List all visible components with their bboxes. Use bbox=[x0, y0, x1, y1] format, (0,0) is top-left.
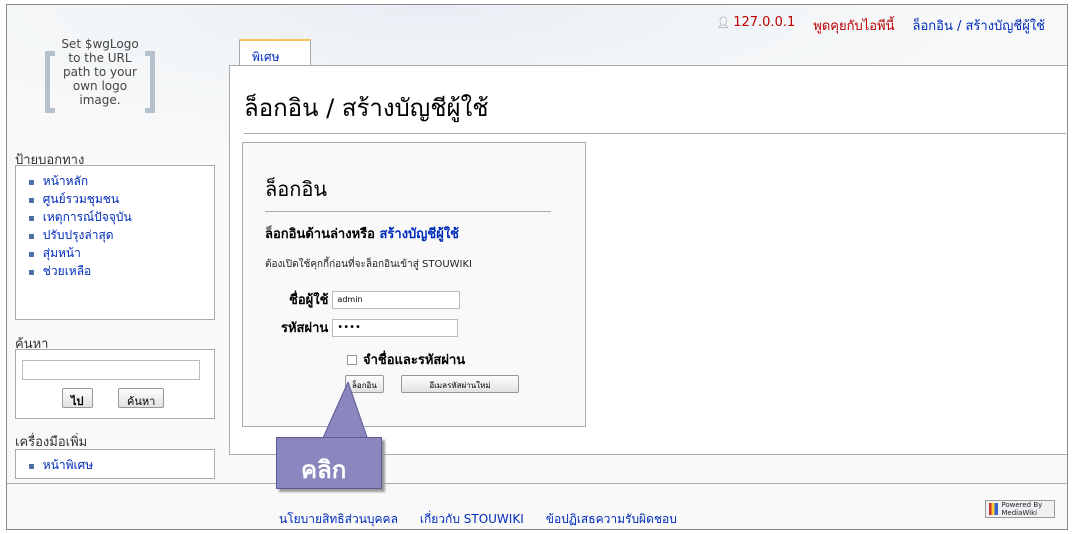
mail-password-button[interactable]: อีเมลรหัสผ่านใหม่ bbox=[401, 375, 519, 393]
footer-links: นโยบายสิทธิส่วนบุคคล เกี่ยวกับ STOUWIKI … bbox=[279, 510, 677, 529]
login-link[interactable]: ล็อกอิน / สร้างบัญชีผู้ใช้ bbox=[913, 15, 1046, 36]
tools-list: หน้าพิเศษ bbox=[16, 450, 214, 474]
user-icon: 👤︎ bbox=[716, 16, 731, 29]
ip-link[interactable]: 127.0.0.1 bbox=[733, 15, 795, 30]
remember-row: จำชื่อและรหัสผ่าน bbox=[347, 349, 465, 370]
click-callout: คลิก bbox=[276, 437, 382, 489]
username-field[interactable] bbox=[332, 290, 461, 309]
remember-checkbox[interactable] bbox=[347, 354, 357, 365]
create-account-link[interactable]: สร้างบัญชีผู้ใช้ bbox=[379, 227, 459, 242]
search-portlet: ไป ค้นหา bbox=[15, 349, 215, 419]
password-row: รหัสผ่าน bbox=[281, 317, 459, 338]
username-row: ชื่อผู้ใช้ bbox=[289, 289, 461, 310]
powered-by-text: Powered By MediaWiki bbox=[1001, 501, 1043, 517]
password-label: รหัสผ่าน bbox=[281, 321, 329, 336]
mediawiki-flower-icon bbox=[989, 503, 999, 515]
personal-tools: 👤︎ 127.0.0.1 พูดคุยกับไอพีนี้ ล็อกอิน / ส… bbox=[716, 15, 1045, 36]
tools-portlet: หน้าพิเศษ bbox=[15, 449, 215, 479]
sidebar-item-help[interactable]: ช่วยเหลือ bbox=[28, 262, 214, 280]
sidebar-item-recent-changes[interactable]: ปรับปรุงล่าสุด bbox=[28, 226, 214, 244]
login-intro: ล็อกอินด้านล่างหรือ สร้างบัญชีผู้ใช้ bbox=[265, 223, 459, 244]
login-intro-text: ล็อกอินด้านล่างหรือ bbox=[265, 227, 375, 242]
browser-frame: Set $wgLogo to the URL path to your own … bbox=[6, 4, 1068, 530]
callout-pointer-icon bbox=[321, 382, 369, 441]
talk-link[interactable]: พูดคุยกับไอพีนี้ bbox=[813, 15, 894, 36]
personal-tool-ip[interactable]: 👤︎ 127.0.0.1 bbox=[716, 15, 795, 36]
sidebar-item-main-page[interactable]: หน้าหลัก bbox=[28, 172, 214, 190]
nav-portlet: หน้าหลัก ศูนย์รวมชุมชน เหตุการณ์ปัจจุบัน… bbox=[15, 165, 215, 320]
footer-link-about[interactable]: เกี่ยวกับ STOUWIKI bbox=[420, 510, 524, 529]
go-button[interactable]: ไป bbox=[62, 388, 93, 408]
nav-list: หน้าหลัก ศูนย์รวมชุมชน เหตุการณ์ปัจจุบัน… bbox=[16, 166, 214, 280]
tab-special[interactable]: พิเศษ bbox=[239, 39, 311, 65]
username-label: ชื่อผู้ใช้ bbox=[289, 293, 329, 308]
password-field[interactable] bbox=[332, 318, 459, 337]
logo-text: Set $wgLogo to the URL path to your own … bbox=[61, 37, 139, 107]
login-form: ล็อกอิน ล็อกอินด้านล่างหรือ สร้างบัญชีผู… bbox=[242, 142, 586, 427]
remember-label: จำชื่อและรหัสผ่าน bbox=[363, 353, 466, 368]
page-title: ล็อกอิน / สร้างบัญชีผู้ใช้ bbox=[244, 88, 1066, 134]
site-logo[interactable]: Set $wgLogo to the URL path to your own … bbox=[45, 31, 155, 127]
login-heading: ล็อกอิน bbox=[265, 173, 551, 212]
footer: นโยบายสิทธิส่วนบุคคล เกี่ยวกับ STOUWIKI … bbox=[7, 483, 1067, 529]
sidebar-item-community[interactable]: ศูนย์รวมชุมชน bbox=[28, 190, 214, 208]
footer-link-privacy[interactable]: นโยบายสิทธิส่วนบุคคล bbox=[279, 510, 398, 529]
powered-by-mediawiki-badge[interactable]: Powered By MediaWiki bbox=[985, 500, 1055, 518]
footer-link-disclaimer[interactable]: ข้อปฏิเสธความรับผิดชอบ bbox=[546, 510, 677, 529]
search-input[interactable] bbox=[22, 360, 200, 380]
cookie-notice: ต้องเปิดใช้คุกกี้ก่อนที่จะล็อกอินเข้าสู่… bbox=[265, 259, 473, 270]
search-button[interactable]: ค้นหา bbox=[118, 388, 165, 408]
sidebar-item-special-pages[interactable]: หน้าพิเศษ bbox=[28, 456, 214, 474]
sidebar-item-current-events[interactable]: เหตุการณ์ปัจจุบัน bbox=[28, 208, 214, 226]
sidebar-item-random-page[interactable]: สุ่มหน้า bbox=[28, 244, 214, 262]
